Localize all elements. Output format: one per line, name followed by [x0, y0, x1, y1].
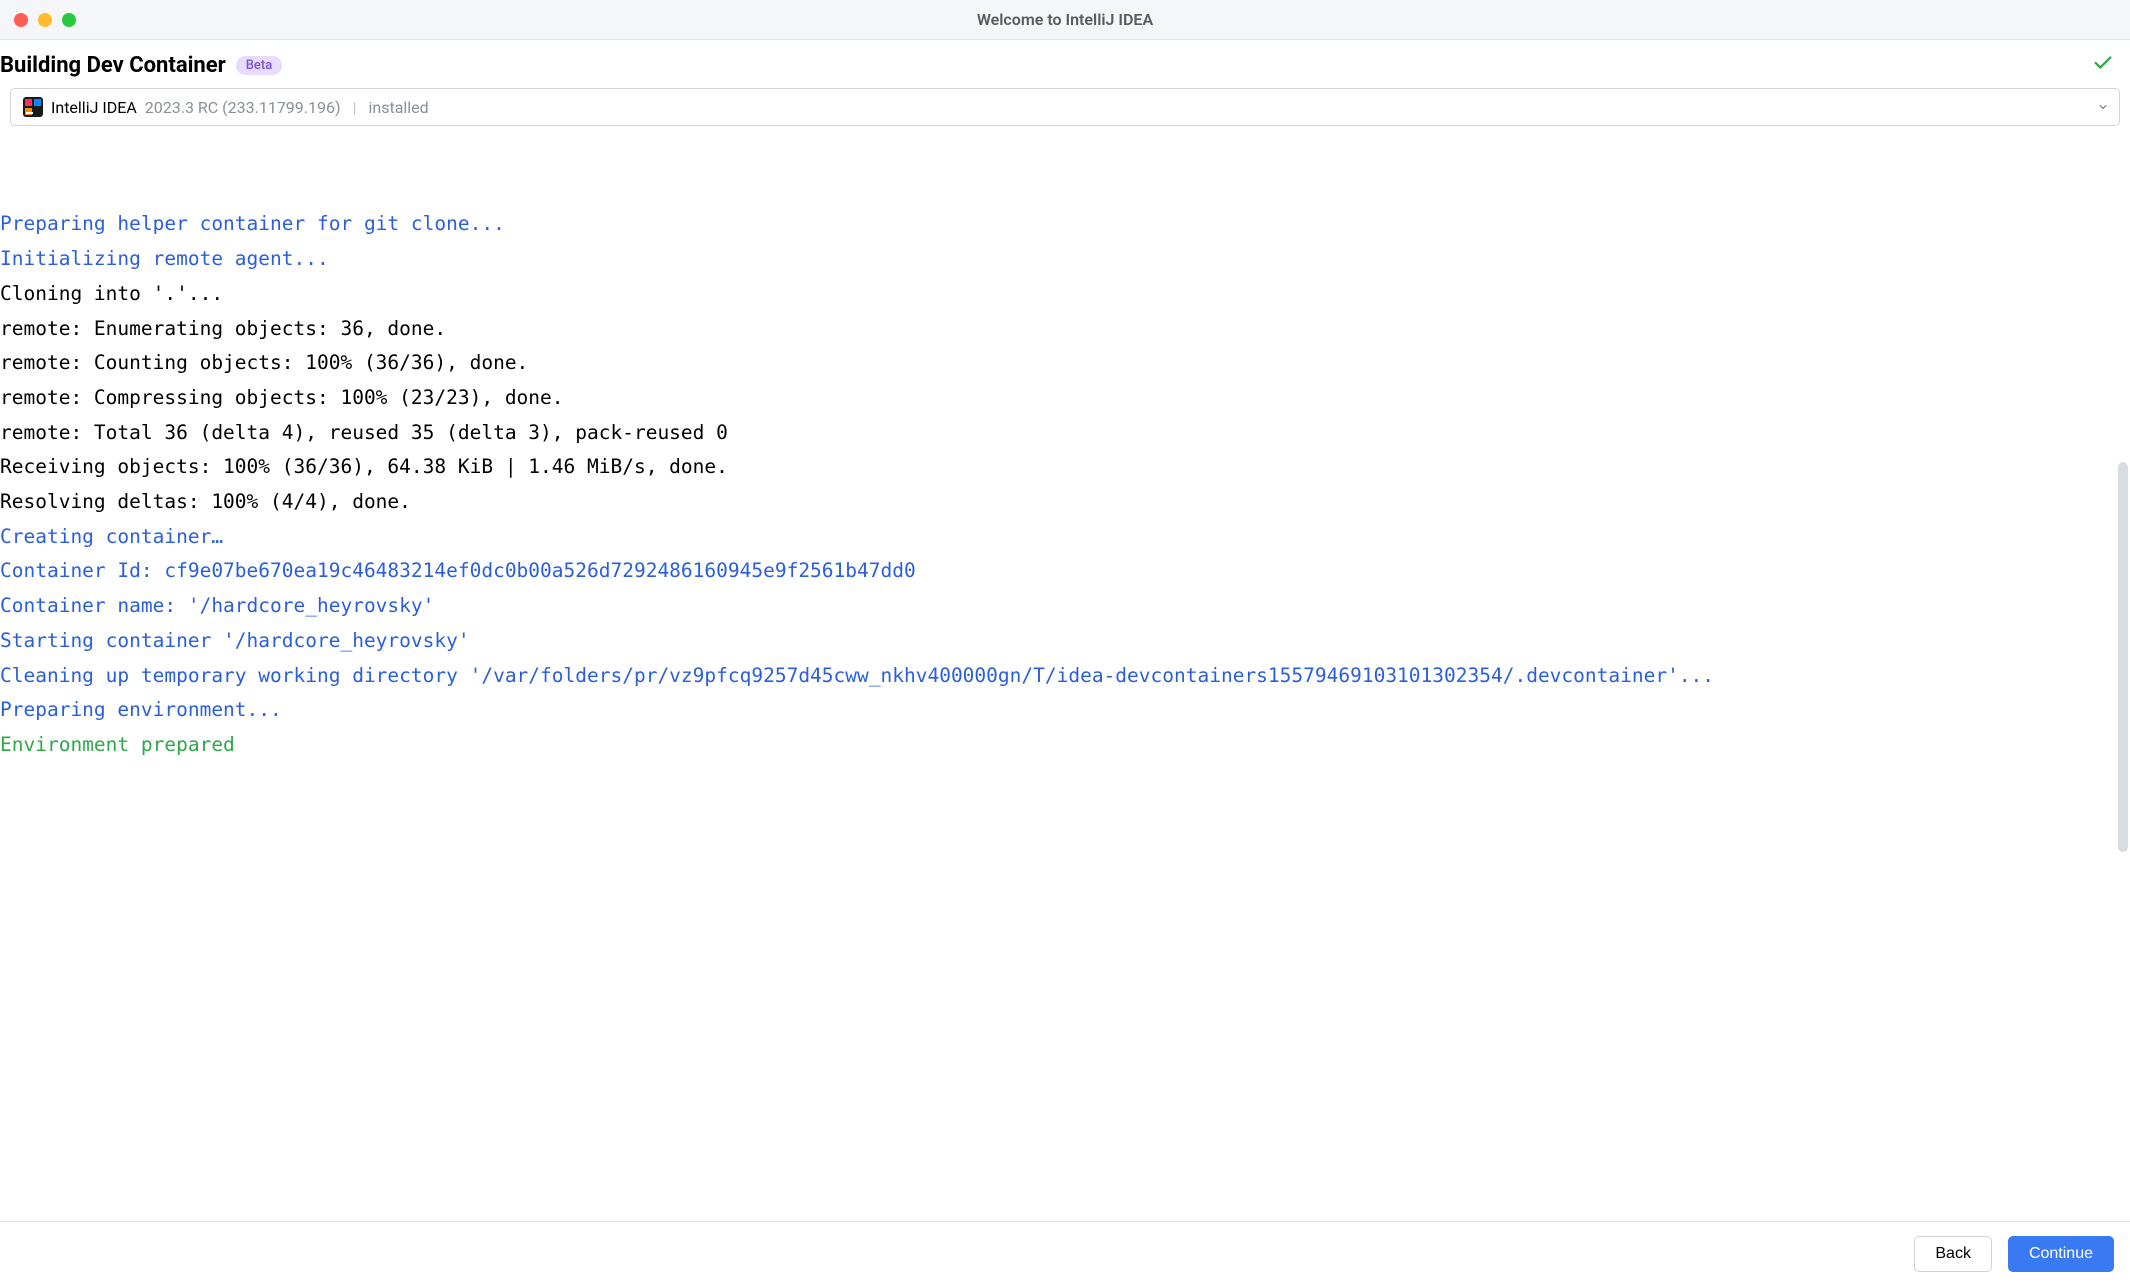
log-line: Container name: '/hardcore_heyrovsky'	[0, 589, 2130, 624]
scrollbar-thumb[interactable]	[2118, 462, 2128, 852]
intellij-idea-icon	[23, 97, 43, 117]
ide-install-status: installed	[368, 98, 428, 117]
log-line: Cleaning up temporary working directory …	[0, 659, 2130, 694]
back-button[interactable]: Back	[1914, 1236, 1992, 1272]
log-line: Container Id: cf9e07be670ea19c46483214ef…	[0, 554, 2130, 589]
separator: |	[353, 98, 357, 117]
window-zoom-button[interactable]	[62, 13, 76, 27]
ide-selector[interactable]: IntelliJ IDEA 2023.3 RC (233.11799.196) …	[10, 88, 2120, 126]
log-line: Creating container…	[0, 520, 2130, 555]
log-line: Environment prepared	[0, 728, 2130, 763]
continue-button[interactable]: Continue	[2008, 1236, 2114, 1272]
window-controls	[0, 13, 76, 27]
log-line: Resolving deltas: 100% (4/4), done.	[0, 485, 2130, 520]
ide-name: IntelliJ IDEA	[51, 98, 137, 117]
log-line: Receiving objects: 100% (36/36), 64.38 K…	[0, 450, 2130, 485]
window-minimize-button[interactable]	[38, 13, 52, 27]
success-check-icon	[2092, 52, 2114, 78]
footer-actions: Back Continue	[0, 1221, 2130, 1286]
log-line: Cloning into '.'...	[0, 277, 2130, 312]
log-line: Preparing environment...	[0, 693, 2130, 728]
log-line: remote: Counting objects: 100% (36/36), …	[0, 346, 2130, 381]
window-title: Welcome to IntelliJ IDEA	[977, 10, 1153, 29]
log-line: remote: Enumerating objects: 36, done.	[0, 312, 2130, 347]
build-log-output[interactable]: Preparing helper container for git clone…	[0, 132, 2130, 1221]
log-line: remote: Compressing objects: 100% (23/23…	[0, 381, 2130, 416]
log-line: Starting container '/hardcore_heyrovsky'	[0, 624, 2130, 659]
window-close-button[interactable]	[14, 13, 28, 27]
page-title: Building Dev Container	[0, 53, 226, 78]
log-line: Initializing remote agent...	[0, 242, 2130, 277]
ide-version: 2023.3 RC (233.11799.196)	[145, 98, 341, 117]
beta-badge: Beta	[236, 56, 283, 75]
log-line: remote: Total 36 (delta 4), reused 35 (d…	[0, 416, 2130, 451]
page-header: Building Dev Container Beta	[0, 40, 2130, 88]
chevron-down-icon	[2097, 98, 2109, 117]
window-titlebar: Welcome to IntelliJ IDEA	[0, 0, 2130, 40]
log-line: Preparing helper container for git clone…	[0, 207, 2130, 242]
